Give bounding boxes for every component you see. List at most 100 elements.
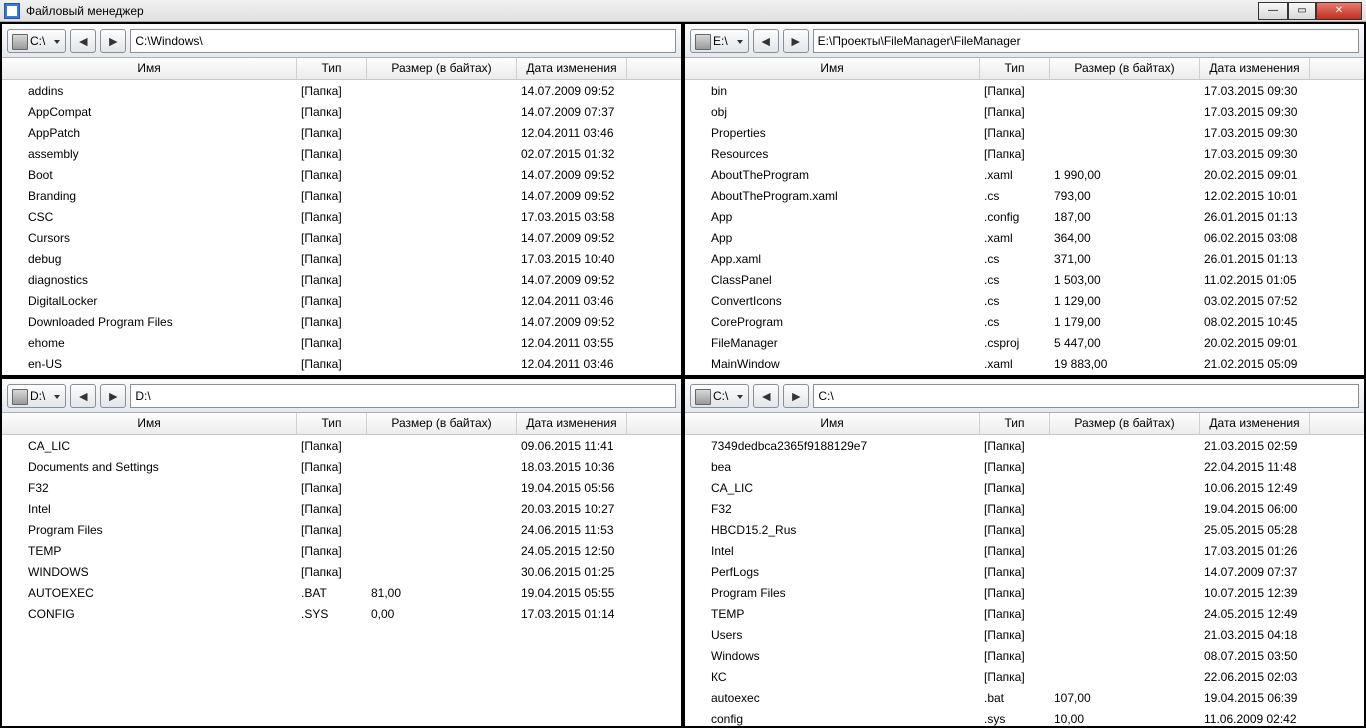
list-item[interactable]: Properties[Папка]17.03.2015 09:30	[685, 122, 1364, 143]
col-header-type[interactable]: Тип	[297, 58, 367, 79]
list-item[interactable]: ehome[Папка]12.04.2011 03:55	[2, 332, 681, 353]
nav-forward-button[interactable]: ►	[783, 29, 809, 53]
list-item[interactable]: HBCD15.2_Rus[Папка]25.05.2015 05:28	[685, 519, 1364, 540]
col-header-type[interactable]: Тип	[980, 58, 1050, 79]
list-item[interactable]: TEMP[Папка]24.05.2015 12:49	[685, 603, 1364, 624]
list-item[interactable]: diagnostics[Папка]14.07.2009 09:52	[2, 269, 681, 290]
col-header-name[interactable]: Имя	[2, 58, 297, 79]
list-item[interactable]: CONFIG.SYS0,0017.03.2015 01:14	[2, 603, 681, 624]
list-item[interactable]: Intel[Папка]17.03.2015 01:26	[685, 540, 1364, 561]
list-item[interactable]: 7349dedbca2365f9188129e7[Папка]21.03.201…	[685, 435, 1364, 456]
path-input[interactable]: C:\Windows\	[130, 29, 676, 53]
drive-select[interactable]: D:\	[7, 384, 66, 408]
minimize-button[interactable]: —	[1258, 2, 1288, 20]
col-header-date[interactable]: Дата изменения	[1200, 58, 1310, 79]
col-header-name[interactable]: Имя	[2, 413, 297, 434]
nav-forward-button[interactable]: ►	[100, 29, 126, 53]
path-input[interactable]: C:\	[813, 384, 1359, 408]
path-input[interactable]: E:\Проекты\FileManager\FileManager	[813, 29, 1359, 53]
list-item[interactable]: F32[Папка]19.04.2015 05:56	[2, 477, 681, 498]
list-item[interactable]: Program Files[Папка]10.07.2015 12:39	[685, 582, 1364, 603]
list-item[interactable]: Resources[Папка]17.03.2015 09:30	[685, 143, 1364, 164]
nav-back-button[interactable]: ◄	[753, 29, 779, 53]
list-item[interactable]: WINDOWS[Папка]30.06.2015 01:25	[2, 561, 681, 582]
list-item[interactable]: Cursors[Папка]14.07.2009 09:52	[2, 227, 681, 248]
list-item[interactable]: FileManager.csproj5 447,0020.02.2015 09:…	[685, 332, 1364, 353]
file-size: 793,00	[1054, 189, 1204, 203]
list-item[interactable]: config.sys10,0011.06.2009 02:42	[685, 708, 1364, 726]
list-item[interactable]: autoexec.bat107,0019.04.2015 06:39	[685, 687, 1364, 708]
list-item[interactable]: assembly[Папка]02.07.2015 01:32	[2, 143, 681, 164]
list-item[interactable]: Documents and Settings[Папка]18.03.2015 …	[2, 456, 681, 477]
col-header-size[interactable]: Размер (в байтах)	[1050, 58, 1200, 79]
path-input[interactable]: D:\	[130, 384, 676, 408]
col-header-size[interactable]: Размер (в байтах)	[367, 58, 517, 79]
list-item[interactable]: CoreProgram.cs1 179,0008.02.2015 10:45	[685, 311, 1364, 332]
list-item[interactable]: Branding[Папка]14.07.2009 09:52	[2, 185, 681, 206]
list-item[interactable]: App.xaml.cs371,0026.01.2015 01:13	[685, 248, 1364, 269]
drive-select[interactable]: E:\	[690, 29, 749, 53]
file-date: 09.06.2015 11:41	[521, 439, 631, 453]
col-header-size[interactable]: Размер (в байтах)	[367, 413, 517, 434]
nav-forward-button[interactable]: ►	[100, 384, 126, 408]
list-item[interactable]: Windows[Папка]08.07.2015 03:50	[685, 645, 1364, 666]
list-item[interactable]: debug[Папка]17.03.2015 10:40	[2, 248, 681, 269]
nav-back-button[interactable]: ◄	[753, 384, 779, 408]
list-item[interactable]: CA_LIC[Папка]09.06.2015 11:41	[2, 435, 681, 456]
list-item[interactable]: ClassPanel.cs1 503,0011.02.2015 01:05	[685, 269, 1364, 290]
list-item[interactable]: Boot[Папка]14.07.2009 09:52	[2, 164, 681, 185]
file-type: .xaml	[984, 168, 1054, 182]
list-item[interactable]: bin[Папка]17.03.2015 09:30	[685, 80, 1364, 101]
folder-icon	[8, 273, 24, 287]
folder-icon	[8, 105, 24, 119]
nav-back-button[interactable]: ◄	[70, 384, 96, 408]
list-item[interactable]: App.config187,0026.01.2015 01:13	[685, 206, 1364, 227]
col-header-size[interactable]: Размер (в байтах)	[1050, 413, 1200, 434]
maximize-button[interactable]: ▭	[1288, 2, 1316, 20]
file-name: TEMP	[28, 544, 301, 558]
col-header-date[interactable]: Дата изменения	[517, 413, 627, 434]
list-item[interactable]: ConvertIcons.cs1 129,0003.02.2015 07:52	[685, 290, 1364, 311]
col-header-date[interactable]: Дата изменения	[1200, 413, 1310, 434]
list-item[interactable]: addins[Папка]14.07.2009 09:52	[2, 80, 681, 101]
list-item[interactable]: AppCompat[Папка]14.07.2009 07:37	[2, 101, 681, 122]
list-item[interactable]: AUTOEXEC.BAT81,0019.04.2015 05:55	[2, 582, 681, 603]
nav-back-button[interactable]: ◄	[70, 29, 96, 53]
file-type: [Папка]	[984, 544, 1054, 558]
file-name: obj	[711, 105, 984, 119]
folder-icon	[691, 481, 707, 495]
list-item[interactable]: Users[Папка]21.03.2015 04:18	[685, 624, 1364, 645]
drive-select[interactable]: C:\	[7, 29, 66, 53]
list-item[interactable]: F32[Папка]19.04.2015 06:00	[685, 498, 1364, 519]
list-item[interactable]: PerfLogs[Папка]14.07.2009 07:37	[685, 561, 1364, 582]
list-item[interactable]: obj[Папка]17.03.2015 09:30	[685, 101, 1364, 122]
list-item[interactable]: AboutTheProgram.xaml1 990,0020.02.2015 0…	[685, 164, 1364, 185]
file-name: Properties	[711, 126, 984, 140]
drive-select[interactable]: C:\	[690, 384, 749, 408]
file-type: [Папка]	[984, 126, 1054, 140]
list-item[interactable]: КС[Папка]22.06.2015 02:03	[685, 666, 1364, 687]
list-item[interactable]: App.xaml364,0006.02.2015 03:08	[685, 227, 1364, 248]
list-item[interactable]: Downloaded Program Files[Папка]14.07.200…	[2, 311, 681, 332]
toolbar: C:\◄►C:\Windows\	[2, 24, 681, 58]
list-item[interactable]: AppPatch[Папка]12.04.2011 03:46	[2, 122, 681, 143]
list-item[interactable]: Program Files[Папка]24.06.2015 11:53	[2, 519, 681, 540]
list-item[interactable]: CSC[Папка]17.03.2015 03:58	[2, 206, 681, 227]
nav-forward-button[interactable]: ►	[783, 384, 809, 408]
list-item[interactable]: bea[Папка]22.04.2015 11:48	[685, 456, 1364, 477]
col-header-type[interactable]: Тип	[297, 413, 367, 434]
list-item[interactable]: MainWindow.xaml19 883,0021.02.2015 05:09	[685, 353, 1364, 374]
close-button[interactable]: ✕	[1316, 2, 1362, 20]
list-item[interactable]: en-US[Папка]12.04.2011 03:46	[2, 353, 681, 374]
pane-1: E:\◄►E:\Проекты\FileManager\FileManager И…	[683, 22, 1366, 377]
col-header-name[interactable]: Имя	[685, 413, 980, 434]
list-item[interactable]: AboutTheProgram.xaml.cs793,0012.02.2015 …	[685, 185, 1364, 206]
list-item[interactable]: CA_LIC[Папка]10.06.2015 12:49	[685, 477, 1364, 498]
col-header-name[interactable]: Имя	[685, 58, 980, 79]
file-date: 17.03.2015 09:30	[1204, 84, 1314, 98]
list-item[interactable]: Intel[Папка]20.03.2015 10:27	[2, 498, 681, 519]
col-header-date[interactable]: Дата изменения	[517, 58, 627, 79]
col-header-type[interactable]: Тип	[980, 413, 1050, 434]
list-item[interactable]: TEMP[Папка]24.05.2015 12:50	[2, 540, 681, 561]
list-item[interactable]: DigitalLocker[Папка]12.04.2011 03:46	[2, 290, 681, 311]
